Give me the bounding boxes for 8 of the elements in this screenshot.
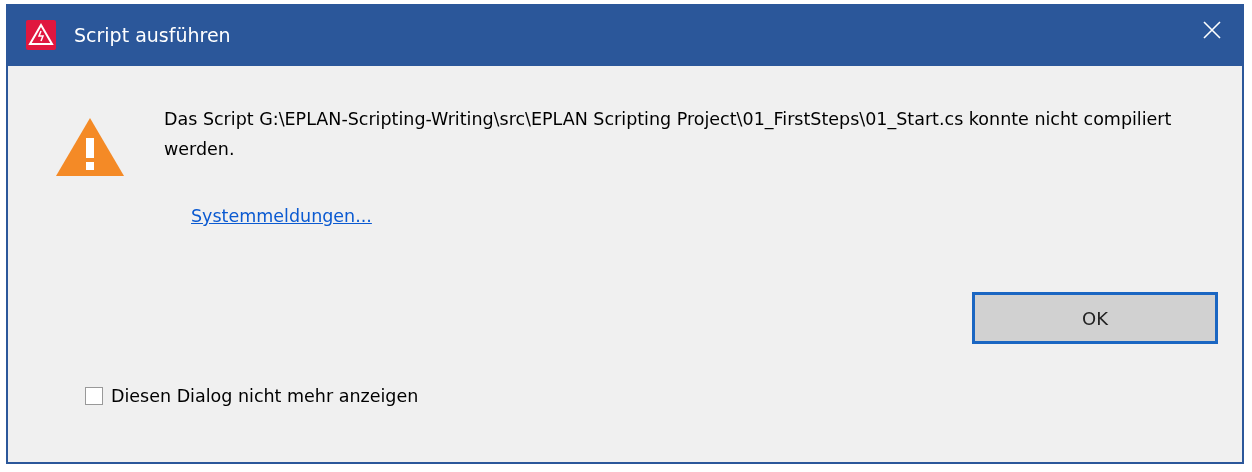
app-logo-icon	[26, 20, 56, 50]
system-messages-link[interactable]: Systemmeldungen...	[191, 206, 372, 226]
ok-button[interactable]: OK	[972, 292, 1218, 344]
checkbox[interactable]	[85, 387, 103, 405]
checkbox-label: Diesen Dialog nicht mehr anzeigen	[111, 386, 419, 406]
window-title: Script ausführen	[74, 24, 232, 46]
error-message: Das Script G:\EPLAN-Scripting-Writing\src\EPLAN Scripting Project\01_FirstSteps\01_Start.cs konnte nicht compiliert werden.	[164, 108, 1173, 161]
warning-icon	[56, 118, 124, 176]
